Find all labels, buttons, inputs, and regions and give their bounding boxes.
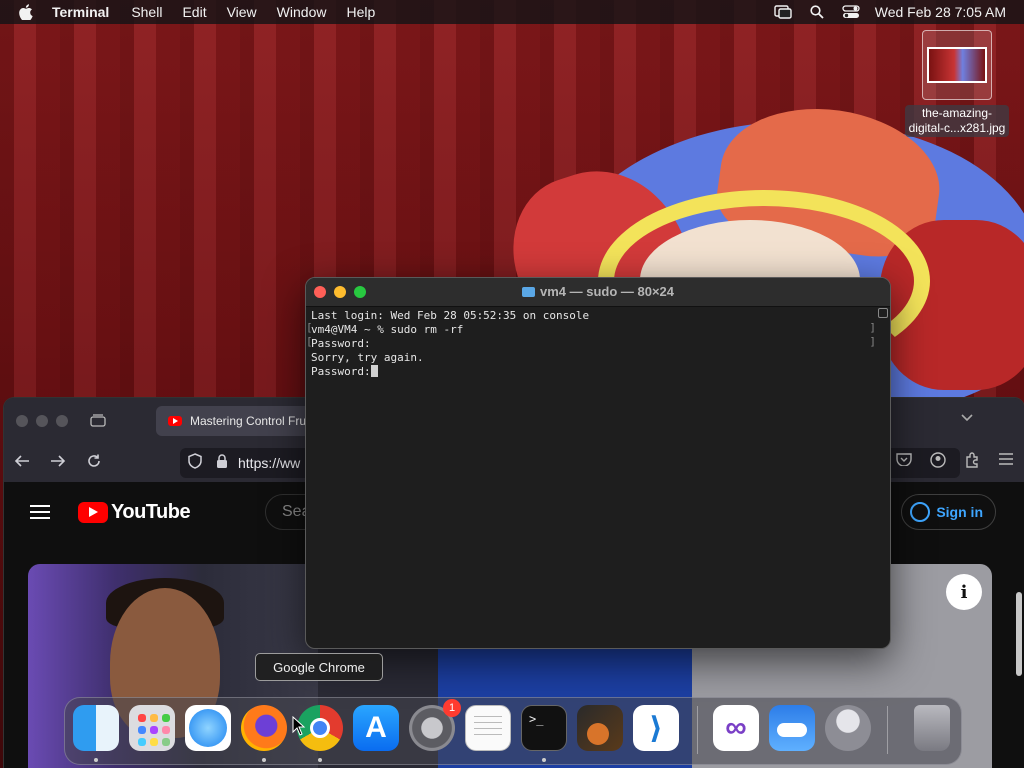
- window-title-text: vm4 — sudo — 80×24: [539, 284, 675, 299]
- back-arrow-icon[interactable]: [4, 454, 40, 472]
- firefox-icon[interactable]: [241, 705, 287, 751]
- youtube-menu-icon[interactable]: [30, 505, 50, 519]
- finder-icon[interactable]: [73, 705, 119, 751]
- mark-bracket-icon: [: [306, 335, 313, 348]
- browser-tab-youtube[interactable]: Mastering Control Frui: [156, 406, 326, 436]
- dock-separator: [697, 706, 698, 754]
- dock-separator: [887, 706, 888, 754]
- running-indicator: [262, 758, 266, 762]
- menu-help[interactable]: Help: [346, 4, 375, 20]
- safari-icon[interactable]: [185, 705, 231, 751]
- mark-bracket-icon: ]: [869, 321, 876, 334]
- user-avatar-icon: [910, 502, 931, 522]
- youtube-favicon-icon: [168, 416, 182, 426]
- url-text: https://ww: [238, 455, 301, 471]
- screen-mirroring-icon[interactable]: [773, 4, 793, 20]
- trash-icon[interactable]: [914, 705, 950, 751]
- tracking-protection-shield-icon[interactable]: [188, 453, 206, 473]
- terminal-prompt-line: Password:: [311, 365, 885, 379]
- youtube-logo[interactable]: YouTube: [78, 500, 191, 524]
- app-store-icon[interactable]: A: [353, 705, 399, 751]
- forward-arrow-icon[interactable]: [40, 454, 76, 472]
- image-thumbnail: [927, 47, 987, 83]
- vscode-icon[interactable]: ⟩: [633, 705, 679, 751]
- menu-edit[interactable]: Edit: [182, 4, 206, 20]
- account-icon[interactable]: [930, 452, 946, 471]
- menu-window[interactable]: Window: [277, 4, 327, 20]
- terminal-line: Last login: Wed Feb 28 05:52:35 on conso…: [311, 309, 590, 322]
- reload-icon[interactable]: [76, 453, 112, 473]
- window-zoom-button[interactable]: [56, 415, 68, 427]
- page-scrollbar[interactable]: [1016, 592, 1022, 676]
- weather-icon[interactable]: [769, 705, 815, 751]
- terminal-output[interactable]: Last login: Wed Feb 28 05:52:35 on conso…: [306, 307, 890, 648]
- tooltip-text: Google Chrome: [273, 659, 365, 675]
- system-settings-icon[interactable]: 1: [409, 699, 461, 751]
- automator-icon[interactable]: [825, 705, 871, 751]
- lock-icon[interactable]: [216, 453, 228, 473]
- textedit-icon[interactable]: [465, 705, 511, 751]
- menu-clock[interactable]: Wed Feb 28 7:05 AM: [875, 4, 1006, 20]
- file-thumbnail-frame: [922, 30, 992, 100]
- terminal-icon[interactable]: >_: [521, 705, 567, 751]
- dock: A 1 >_ ⟩ ∞: [64, 697, 962, 765]
- menu-app-name[interactable]: Terminal: [52, 4, 109, 20]
- launchpad-icon[interactable]: [129, 705, 175, 751]
- running-indicator: [94, 758, 98, 762]
- menu-bar: Terminal Shell Edit View Window Help Wed…: [0, 0, 1024, 24]
- menu-shell[interactable]: Shell: [131, 4, 162, 20]
- window-minimize-button[interactable]: [36, 415, 48, 427]
- youtube-play-icon: [78, 501, 108, 523]
- hamburger-menu-icon[interactable]: [998, 452, 1014, 471]
- notification-badge: 1: [443, 699, 461, 717]
- menu-view[interactable]: View: [227, 4, 257, 20]
- desktop-file-icon[interactable]: the-amazing- digital-c...x281.jpg: [896, 30, 1018, 137]
- dock-tooltip: Google Chrome: [255, 653, 383, 681]
- sign-in-button[interactable]: Sign in: [901, 494, 996, 530]
- info-icon[interactable]: i: [946, 574, 982, 610]
- tab-title: Mastering Control Frui: [190, 414, 309, 428]
- mark-bracket-icon: [: [306, 321, 313, 334]
- youtube-logo-text: YouTube: [111, 500, 191, 523]
- apple-menu-icon[interactable]: [14, 4, 38, 20]
- window-title: vm4 — sudo — 80×24: [306, 284, 890, 299]
- mark-bracket-icon: ]: [869, 335, 876, 348]
- terminal-scroll-marker[interactable]: [878, 308, 888, 318]
- garageband-icon[interactable]: [577, 705, 623, 751]
- control-center-icon[interactable]: [841, 4, 861, 20]
- pocket-icon[interactable]: [896, 452, 912, 471]
- browser-toolbar-right: [896, 452, 1014, 471]
- terminal-window: vm4 — sudo — 80×24 Last login: Wed Feb 2…: [305, 277, 891, 649]
- folder-icon: [521, 287, 535, 297]
- terminal-line: Sorry, try again.: [311, 351, 424, 364]
- running-indicator: [542, 758, 546, 762]
- mouse-pointer-icon: [292, 715, 306, 741]
- terminal-line: vm4@VM4 ~ % sudo rm -rf: [311, 323, 464, 336]
- terminal-line: Password:: [311, 365, 371, 378]
- visual-studio-icon[interactable]: ∞: [713, 705, 759, 751]
- terminal-titlebar[interactable]: vm4 — sudo — 80×24: [306, 278, 890, 307]
- file-name-label: the-amazing- digital-c...x281.jpg: [904, 105, 1010, 137]
- extensions-icon[interactable]: [964, 452, 980, 471]
- text-cursor: [370, 365, 378, 377]
- file-name-line-1: the-amazing-: [921, 106, 992, 120]
- terminal-line: Password:: [311, 337, 371, 350]
- window-close-button[interactable]: [16, 415, 28, 427]
- running-indicator: [318, 758, 322, 762]
- sign-in-label: Sign in: [936, 504, 983, 520]
- chevron-down-icon[interactable]: [960, 410, 974, 426]
- tab-overview-icon[interactable]: [90, 413, 106, 430]
- file-name-line-2: digital-c...x281.jpg: [908, 121, 1006, 135]
- spotlight-search-icon[interactable]: [807, 4, 827, 20]
